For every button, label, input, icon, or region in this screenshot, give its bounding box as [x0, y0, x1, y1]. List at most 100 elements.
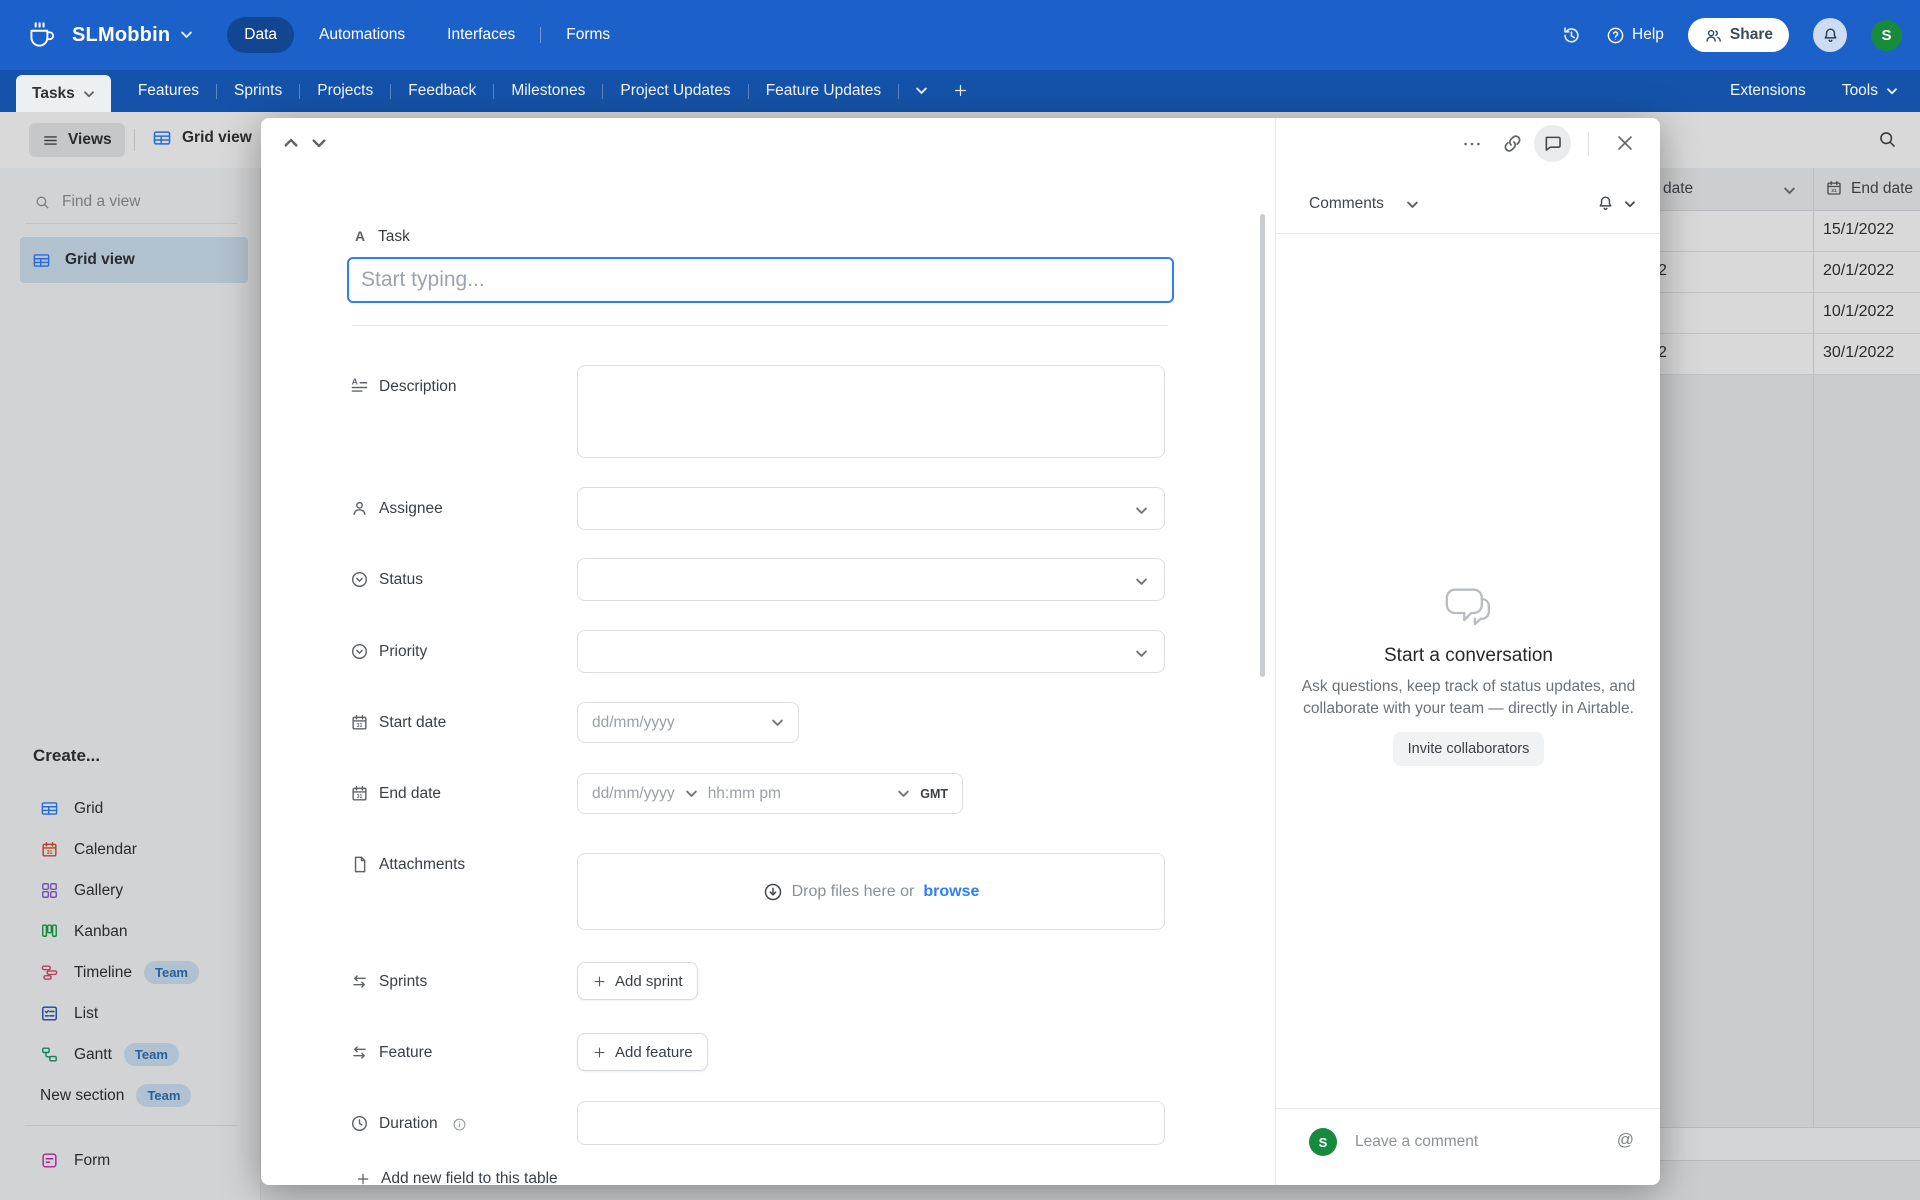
attachments-dropzone[interactable]: Drop files here or browse: [577, 853, 1165, 930]
nav-item-interfaces[interactable]: Interfaces: [430, 17, 532, 53]
time-placeholder: hh:mm pm: [707, 784, 781, 802]
chevron-down-icon: [1886, 85, 1898, 97]
people-icon: [1704, 26, 1723, 45]
more-tables-chevron-icon[interactable]: [899, 82, 944, 100]
chat-bubbles-icon: [1441, 578, 1497, 634]
nav-divider: [540, 27, 542, 43]
nav-item-automations[interactable]: Automations: [302, 17, 422, 53]
info-icon[interactable]: [452, 1116, 467, 1134]
comments-panel: Comments Start a conversation Ask questi…: [1275, 118, 1660, 1185]
chevron-down-icon: [1624, 198, 1636, 210]
tab-projects[interactable]: Projects: [300, 70, 390, 112]
workspace-logo-cup-icon[interactable]: [24, 18, 58, 52]
priority-select[interactable]: [577, 630, 1165, 673]
plus-icon: [592, 974, 607, 989]
notifications-bell-button[interactable]: [1813, 18, 1847, 52]
drop-files-text: Drop files here or: [791, 882, 915, 900]
comment-input[interactable]: [1353, 1132, 1577, 1152]
feature-field-label: Feature: [379, 1044, 433, 1061]
empty-state-title: Start a conversation: [1384, 645, 1553, 666]
previous-record-chevron-up-icon[interactable]: [283, 134, 299, 152]
tab-sprints[interactable]: Sprints: [217, 70, 299, 112]
comments-header-label: Comments: [1309, 195, 1384, 212]
table-tabs-bar: Tasks Features Sprints Projects Feedback…: [0, 70, 1920, 112]
linked-record-field-icon: [347, 972, 371, 991]
tab-feature-updates[interactable]: Feature Updates: [749, 70, 898, 112]
date-placeholder: dd/mm/yyyy: [592, 784, 675, 802]
airtable-app: SLMobbin Data Automations Interfaces For…: [0, 0, 1920, 1200]
end-date-input[interactable]: dd/mm/yyyy hh:mm pm GMT: [577, 773, 963, 814]
status-field-label: Status: [379, 571, 423, 588]
duration-field-label: Duration: [379, 1115, 438, 1132]
comment-notifications-button[interactable]: [1596, 194, 1636, 213]
bell-icon: [1596, 194, 1615, 213]
date-placeholder: dd/mm/yyyy: [592, 713, 675, 731]
expanded-record-modal: A Task Description Assignee Status Prior…: [261, 118, 1660, 1185]
comments-dropdown[interactable]: Comments: [1309, 195, 1419, 213]
history-icon[interactable]: [1560, 24, 1582, 46]
add-feature-button[interactable]: Add feature: [577, 1033, 708, 1071]
date-field-icon: [347, 713, 371, 732]
chevron-down-icon: [685, 785, 698, 803]
share-button[interactable]: Share: [1687, 18, 1789, 52]
status-select[interactable]: [577, 558, 1165, 601]
start-date-input[interactable]: dd/mm/yyyy: [577, 702, 799, 743]
question-circle-icon: [1606, 26, 1625, 45]
chevron-down-icon: [1135, 502, 1148, 520]
chevron-down-icon: [897, 785, 910, 803]
attachment-field-icon: [347, 855, 371, 874]
priority-field-label: Priority: [379, 643, 428, 660]
top-bar: SLMobbin Data Automations Interfaces For…: [0, 0, 1920, 70]
invite-collaborators-wrap: Invite collaborators: [1276, 732, 1660, 766]
user-avatar[interactable]: S: [1871, 19, 1902, 51]
tools-button[interactable]: Tools: [1842, 82, 1898, 100]
sprints-field-label: Sprints: [379, 973, 428, 990]
assignee-select[interactable]: [577, 487, 1165, 530]
composer-divider: [1276, 1108, 1660, 1109]
description-textarea[interactable]: [577, 365, 1165, 458]
add-feature-label: Add feature: [615, 1043, 693, 1061]
tab-features[interactable]: Features: [121, 70, 216, 112]
assignee-field-label: Assignee: [379, 500, 443, 517]
nav-item-data[interactable]: Data: [227, 17, 294, 53]
help-button[interactable]: Help: [1606, 26, 1664, 45]
nav-item-forms[interactable]: Forms: [549, 17, 627, 53]
workspace-chevron-down-icon[interactable]: [180, 26, 193, 44]
add-new-field-label: Add new field to this table: [381, 1170, 558, 1185]
next-record-chevron-down-icon[interactable]: [311, 134, 327, 152]
invite-collaborators-button[interactable]: Invite collaborators: [1392, 732, 1545, 766]
tab-feedback[interactable]: Feedback: [391, 70, 493, 112]
extensions-button[interactable]: Extensions: [1730, 82, 1806, 100]
browse-link[interactable]: browse: [923, 883, 979, 901]
add-table-plus-icon[interactable]: [944, 82, 977, 100]
task-name-input[interactable]: [347, 257, 1174, 303]
tab-milestones[interactable]: Milestones: [494, 70, 602, 112]
attachments-field-label: Attachments: [379, 856, 466, 873]
bell-icon: [1821, 26, 1840, 45]
chevron-down-icon: [771, 714, 784, 732]
chevron-down-icon: [1135, 645, 1148, 663]
tab-project-updates[interactable]: Project Updates: [603, 70, 747, 112]
chevron-down-icon: [1406, 198, 1419, 211]
comments-divider: [1276, 233, 1660, 234]
workspace-name[interactable]: SLMobbin: [72, 24, 170, 47]
single-line-text-field-icon: A: [355, 228, 366, 244]
plus-icon: [592, 1045, 607, 1060]
description-field-label: Description: [379, 378, 457, 395]
end-date-field-label: End date: [379, 785, 442, 802]
task-field-label: Task: [378, 228, 410, 245]
add-sprint-button[interactable]: Add sprint: [577, 962, 698, 1000]
help-label: Help: [1632, 26, 1664, 43]
plus-icon: [355, 1171, 371, 1185]
empty-state-body: Ask questions, keep track of status upda…: [1301, 678, 1636, 718]
add-new-field-button[interactable]: Add new field to this table: [355, 1170, 558, 1185]
duration-input[interactable]: [577, 1101, 1165, 1145]
chevron-down-icon: [83, 88, 95, 100]
chevron-down-icon: [1135, 573, 1148, 591]
tab-tasks-active[interactable]: Tasks: [16, 75, 111, 112]
single-select-field-icon: [347, 570, 371, 589]
field-divider: [352, 325, 1168, 326]
mention-at-button[interactable]: @: [1617, 1130, 1634, 1150]
tools-label: Tools: [1841, 82, 1878, 99]
record-scrollbar[interactable]: [1260, 214, 1265, 677]
